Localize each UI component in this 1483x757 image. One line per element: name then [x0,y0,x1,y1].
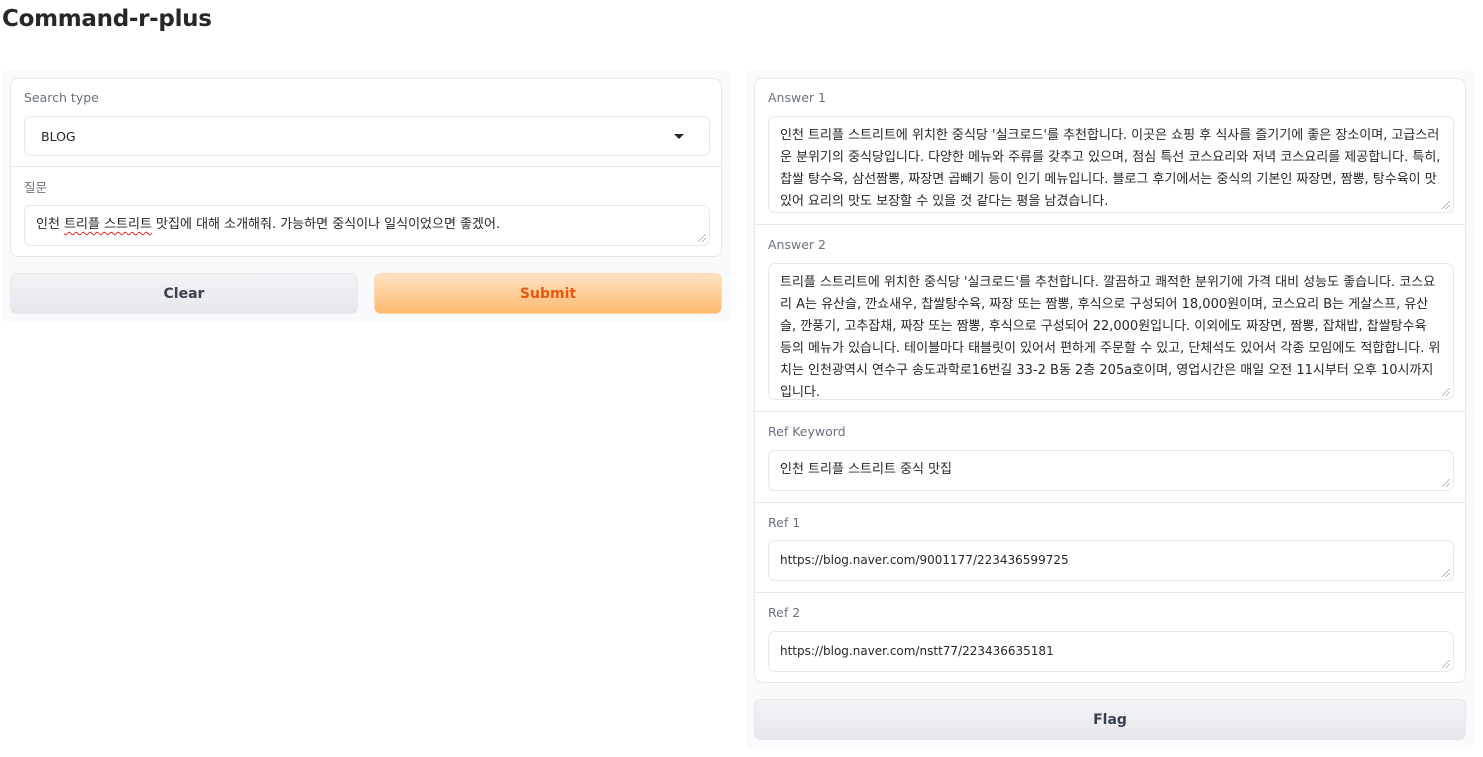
ref1-label: Ref 1 [768,515,801,530]
divider [755,411,1465,412]
answer1-textarea[interactable]: 인천 트리플 스트리트에 위치한 중식당 '실크로드'를 추천합니다. 이곳은 … [768,116,1454,213]
ref2-text: https://blog.naver.com/nstt77/2234366351… [780,644,1054,658]
divider [755,224,1465,225]
question-text-misspelled: 트리플 스트리트 [64,217,152,232]
resize-handle-icon[interactable] [698,234,706,242]
ref-keyword-textarea[interactable]: 인천 트리플 스트리트 중식 맛집 [768,450,1454,491]
question-input[interactable]: 인천 트리플 스트리트 맛집에 대해 소개해줘. 가능하면 중식이나 일식이었으… [24,205,710,246]
output-panel: Answer 1 인천 트리플 스트리트에 위치한 중식당 '실크로드'를 추천… [746,70,1474,748]
ref-keyword-text: 인천 트리플 스트리트 중식 맛집 [780,462,953,477]
ref2-textarea[interactable]: https://blog.naver.com/nstt77/2234366351… [768,631,1454,672]
divider [755,592,1465,593]
answer2-textarea[interactable]: 트리플 스트리트에 위치한 중식당 '실크로드'를 추천합니다. 깔끔하고 쾌적… [768,263,1454,400]
ref2-label: Ref 2 [768,605,801,620]
resize-handle-icon[interactable] [1442,660,1450,668]
ref1-text: https://blog.naver.com/9001177/223436599… [780,553,1069,567]
resize-handle-icon[interactable] [1442,569,1450,577]
page-title: Command-r-plus [2,6,212,32]
input-panel: Search type BLOG 질문 인천 트리플 스트리트 맛집에 대해 소… [2,70,731,322]
search-type-value: BLOG [41,129,76,144]
question-label: 질문 [24,180,48,195]
resize-handle-icon[interactable] [1442,388,1450,396]
answer2-text: 트리플 스트리트에 위치한 중식당 '실크로드'를 추천합니다. 깔끔하고 쾌적… [780,275,1441,400]
search-type-dropdown[interactable]: BLOG [24,116,710,156]
divider [11,166,721,167]
output-block: Answer 1 인천 트리플 스트리트에 위치한 중식당 '실크로드'를 추천… [754,78,1466,683]
ref1-textarea[interactable]: https://blog.naver.com/9001177/223436599… [768,540,1454,581]
resize-handle-icon[interactable] [1442,479,1450,487]
question-text-part: 맛집에 대해 소개해줘. 가능하면 중식이나 일식이었으면 좋겠어. [151,217,501,232]
flag-button[interactable]: Flag [754,699,1466,740]
answer2-label: Answer 2 [768,237,826,252]
chevron-down-icon [674,134,684,139]
divider [755,502,1465,503]
ref-keyword-label: Ref Keyword [768,424,846,439]
input-block: Search type BLOG 질문 인천 트리플 스트리트 맛집에 대해 소… [10,78,722,257]
question-text-part: 인천 [36,217,65,232]
submit-button[interactable]: Submit [374,273,722,314]
resize-handle-icon[interactable] [1442,201,1450,209]
search-type-label: Search type [24,90,99,105]
answer1-label: Answer 1 [768,90,826,105]
answer1-text: 인천 트리플 스트리트에 위치한 중식당 '실크로드'를 추천합니다. 이곳은 … [780,128,1441,209]
clear-button[interactable]: Clear [10,273,358,314]
